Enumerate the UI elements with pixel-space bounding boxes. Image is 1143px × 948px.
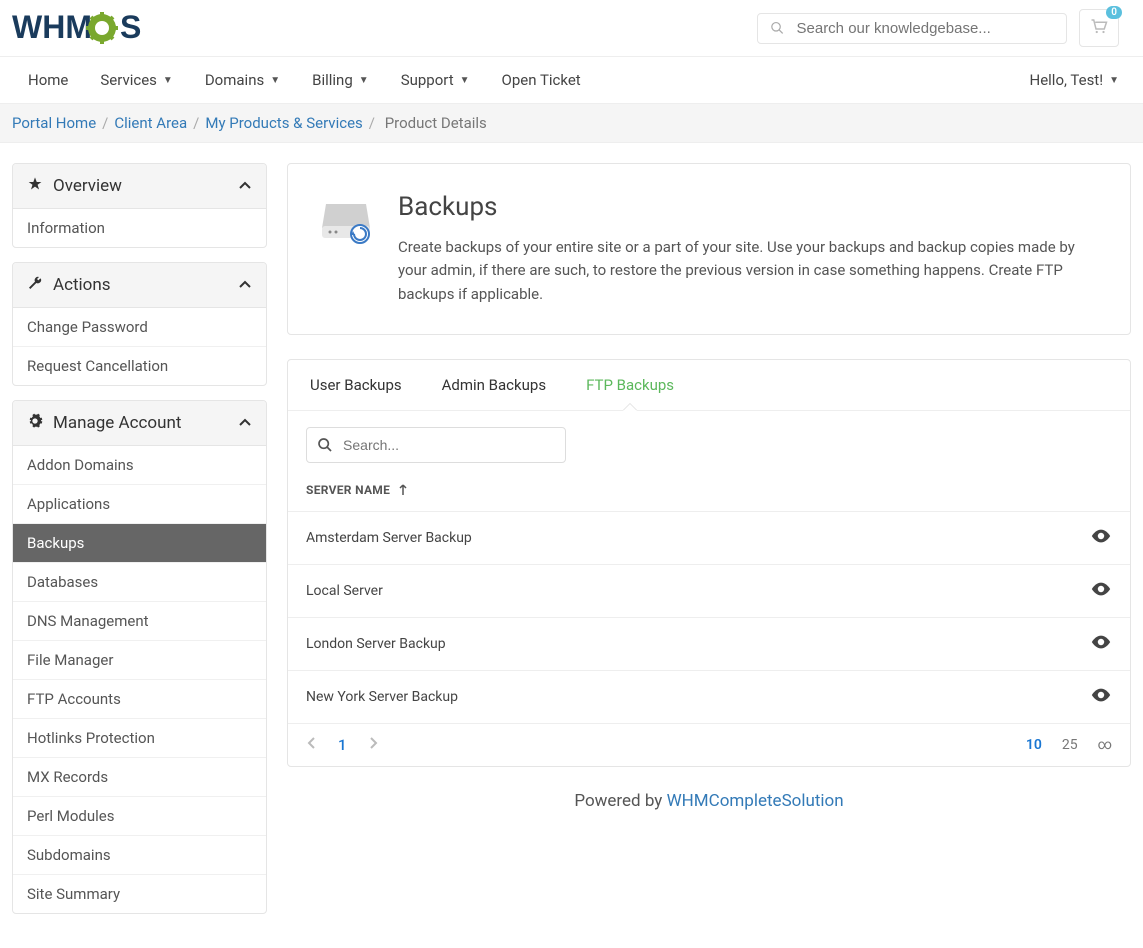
page-size-25[interactable]: 25 <box>1062 737 1078 753</box>
breadcrumb-link[interactable]: Client Area <box>114 114 187 132</box>
column-server-name: SERVER NAME <box>306 483 390 497</box>
nav-domains[interactable]: Domains ▼ <box>189 57 296 103</box>
sidebar-section-actions[interactable]: Actions <box>13 263 266 308</box>
search-icon <box>317 436 333 454</box>
sidebar-item-site-summary[interactable]: Site Summary <box>13 874 266 913</box>
tab-user-backups[interactable]: User Backups <box>306 360 406 410</box>
gear-icon <box>27 413 43 433</box>
page-size-∞[interactable]: ∞ <box>1098 737 1112 753</box>
breadcrumb-current: Product Details <box>385 114 487 132</box>
sidebar-section-overview[interactable]: Overview <box>13 164 266 209</box>
svg-text:S: S <box>120 9 141 45</box>
top-header: WHM S 0 <box>0 0 1143 56</box>
sidebar-item-subdomains[interactable]: Subdomains <box>13 835 266 874</box>
sidebar-item-databases[interactable]: Databases <box>13 562 266 601</box>
prev-page-button[interactable] <box>306 736 316 754</box>
logo[interactable]: WHM S <box>12 8 212 48</box>
view-button[interactable] <box>1090 687 1112 707</box>
svg-text:WHM: WHM <box>12 9 92 45</box>
breadcrumb-link[interactable]: My Products & Services <box>205 114 362 132</box>
page-header-card: Backups Create backups of your entire si… <box>287 163 1131 335</box>
star-icon <box>27 176 43 196</box>
footer: Powered by WHMCompleteSolution <box>287 767 1131 835</box>
user-menu[interactable]: Hello, Test! ▼ <box>1030 71 1120 89</box>
nav-open-ticket[interactable]: Open Ticket <box>486 57 597 103</box>
page-title: Backups <box>398 192 1100 222</box>
nav-services[interactable]: Services ▼ <box>84 57 188 103</box>
table-search[interactable] <box>306 427 566 463</box>
table-header[interactable]: SERVER NAME <box>288 463 1130 511</box>
sidebar-item-dns-management[interactable]: DNS Management <box>13 601 266 640</box>
chevron-down-icon: ▼ <box>1109 75 1119 86</box>
cart-button[interactable]: 0 <box>1079 9 1119 47</box>
server-name-cell: New York Server Backup <box>306 689 458 705</box>
nav-support[interactable]: Support ▼ <box>385 57 486 103</box>
tab-admin-backups[interactable]: Admin Backups <box>438 360 550 410</box>
sidebar-item-applications[interactable]: Applications <box>13 484 266 523</box>
table-row: New York Server Backup <box>288 670 1130 723</box>
chevron-up-icon <box>238 276 252 294</box>
greeting-text: Hello, Test! <box>1030 71 1104 89</box>
table-row: Amsterdam Server Backup <box>288 511 1130 564</box>
sidebar-item-backups[interactable]: Backups <box>13 523 266 562</box>
chevron-down-icon: ▼ <box>359 75 369 86</box>
sidebar-item-file-manager[interactable]: File Manager <box>13 640 266 679</box>
sidebar-section-manage-account[interactable]: Manage Account <box>13 401 266 446</box>
sidebar-item-mx-records[interactable]: MX Records <box>13 757 266 796</box>
pagination: 1 10 25 ∞ <box>288 723 1130 766</box>
chevron-down-icon: ▼ <box>163 75 173 86</box>
table-row: London Server Backup <box>288 617 1130 670</box>
chevron-up-icon <box>238 414 252 432</box>
backup-icon <box>318 196 374 306</box>
footer-link[interactable]: WHMCompleteSolution <box>667 791 844 811</box>
cart-icon <box>1090 18 1108 34</box>
view-button[interactable] <box>1090 581 1112 601</box>
chevron-down-icon: ▼ <box>460 75 470 86</box>
chevron-up-icon <box>238 177 252 195</box>
cart-badge: 0 <box>1106 6 1122 19</box>
server-name-cell: Local Server <box>306 583 383 599</box>
sidebar-item-change-password[interactable]: Change Password <box>13 308 266 346</box>
page-size-10[interactable]: 10 <box>1026 737 1042 753</box>
sort-asc-icon <box>398 484 408 496</box>
server-name-cell: Amsterdam Server Backup <box>306 530 472 546</box>
server-name-cell: London Server Backup <box>306 636 446 652</box>
page-description: Create backups of your entire site or a … <box>398 236 1100 306</box>
sidebar-item-information[interactable]: Information <box>13 209 266 247</box>
sidebar-item-ftp-accounts[interactable]: FTP Accounts <box>13 679 266 718</box>
backups-panel: User Backups Admin Backups FTP Backups SER… <box>287 359 1131 767</box>
view-button[interactable] <box>1090 634 1112 654</box>
sidebar-item-request-cancellation[interactable]: Request Cancellation <box>13 346 266 385</box>
breadcrumb: Portal Home/Client Area/My Products & Se… <box>0 104 1143 143</box>
knowledgebase-search-input[interactable] <box>797 20 1055 37</box>
table-row: Local Server <box>288 564 1130 617</box>
header-right: 0 <box>757 9 1119 47</box>
tab-ftp-backups[interactable]: FTP Backups <box>582 360 678 410</box>
next-page-button[interactable] <box>369 736 379 754</box>
nav-billing[interactable]: Billing ▼ <box>296 57 385 103</box>
breadcrumb-link[interactable]: Portal Home <box>12 114 96 132</box>
knowledgebase-search[interactable] <box>757 13 1067 44</box>
main-nav: HomeServices ▼Domains ▼Billing ▼Support … <box>0 56 1143 104</box>
search-icon <box>770 20 785 36</box>
wrench-icon <box>27 275 43 295</box>
sidebar-item-perl-modules[interactable]: Perl Modules <box>13 796 266 835</box>
page-number[interactable]: 1 <box>338 736 347 754</box>
view-button[interactable] <box>1090 528 1112 548</box>
logo-image: WHM S <box>12 8 212 48</box>
chevron-down-icon: ▼ <box>270 75 280 86</box>
table-search-input[interactable] <box>343 437 555 453</box>
sidebar-item-hotlinks-protection[interactable]: Hotlinks Protection <box>13 718 266 757</box>
nav-home[interactable]: Home <box>24 57 84 103</box>
sidebar-item-addon-domains[interactable]: Addon Domains <box>13 446 266 484</box>
